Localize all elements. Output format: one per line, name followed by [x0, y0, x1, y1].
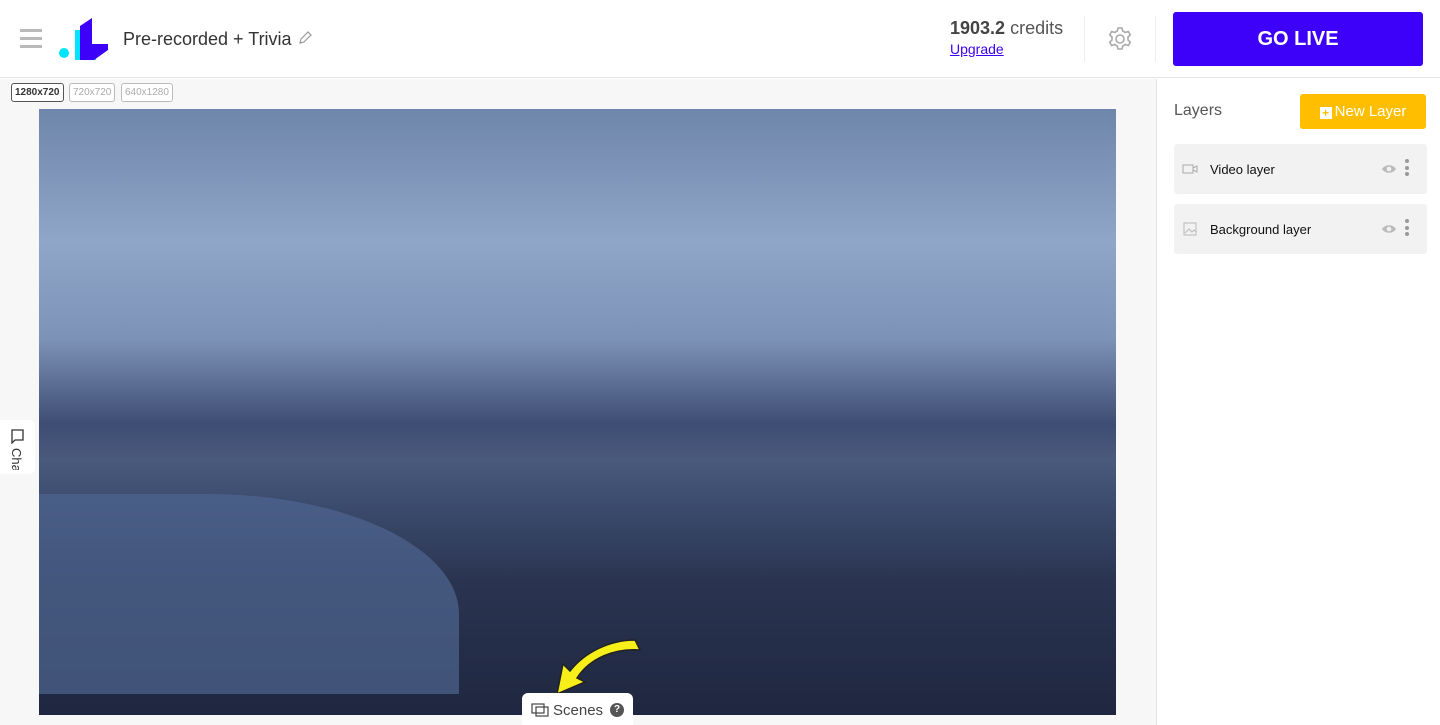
- edit-pencil-icon[interactable]: [297, 30, 313, 46]
- logo: [59, 18, 108, 60]
- chat-tab-label: Chat: [9, 448, 24, 470]
- resolution-640x1280[interactable]: 640x1280: [121, 83, 173, 102]
- more-options-icon[interactable]: [1404, 159, 1410, 179]
- credits-unit: credits: [1010, 18, 1064, 38]
- project-title: Pre-recorded + Trivia: [123, 29, 292, 49]
- layer-label: Background layer: [1210, 222, 1312, 237]
- credits-value: 1903.2: [950, 18, 1006, 38]
- layer-item-background[interactable]: Background layer: [1174, 204, 1427, 254]
- plus-icon: +: [1319, 107, 1332, 119]
- gear-icon[interactable]: [1106, 25, 1134, 53]
- layer-item-video[interactable]: Video layer: [1174, 144, 1427, 194]
- upgrade-link[interactable]: Upgrade: [950, 41, 1004, 57]
- chat-bubble-icon: [11, 429, 24, 444]
- top-bar: Pre-recorded + Trivia 1903.2 credits Upg…: [0, 0, 1440, 78]
- video-camera-icon: [1182, 164, 1198, 174]
- layers-title: Layers: [1174, 102, 1223, 119]
- resolution-720x720[interactable]: 720x720: [69, 83, 116, 102]
- divider: [1084, 16, 1085, 62]
- credits-balance: 1903.2 credits: [950, 18, 1063, 39]
- eye-icon[interactable]: [1381, 223, 1397, 235]
- scenes-label: Scenes: [553, 702, 604, 719]
- eye-icon[interactable]: [1381, 163, 1397, 175]
- new-layer-button[interactable]: + New Layer: [1300, 94, 1426, 129]
- new-layer-label: New Layer: [1334, 103, 1407, 120]
- image-icon: [1183, 222, 1197, 236]
- canvas-area: 1280x720 720x720 640x1280: [0, 79, 1156, 725]
- yellow-arrow-annotation: [555, 639, 642, 696]
- chat-tab[interactable]: Chat: [0, 420, 35, 474]
- resolution-1280x720[interactable]: 1280x720: [11, 83, 64, 102]
- go-live-button[interactable]: GO LIVE: [1173, 12, 1423, 66]
- layer-label: Video layer: [1210, 162, 1275, 177]
- help-icon[interactable]: ?: [610, 703, 624, 717]
- layers-panel: Layers + New Layer Video layer Background…: [1156, 79, 1440, 725]
- hamburger-menu-icon[interactable]: [20, 29, 42, 49]
- video-preview[interactable]: [39, 109, 1116, 715]
- divider: [1155, 16, 1156, 62]
- video-water-area: [39, 494, 459, 694]
- scenes-icon: [531, 703, 549, 717]
- scenes-tab[interactable]: Scenes ?: [522, 693, 633, 725]
- more-options-icon[interactable]: [1404, 219, 1410, 239]
